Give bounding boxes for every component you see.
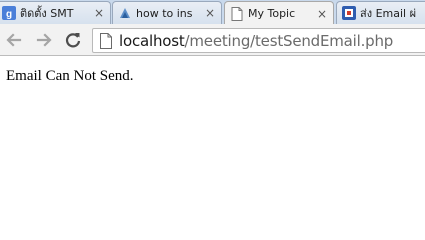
url-path: /meeting/testSendEmail.php [184,31,394,50]
page-icon [100,32,112,49]
url-text[interactable]: localhost/meeting/testSendEmail.php [119,32,393,50]
tab-my-topic[interactable]: My Topic × [224,1,334,24]
tab-title: ติดตั้ง SMT [20,7,74,20]
address-bar[interactable]: localhost/meeting/testSendEmail.php [92,28,425,53]
reload-icon [65,33,81,48]
url-host: localhost [119,31,185,50]
tab-google[interactable]: g ติดตั้ง SMT × [0,1,111,24]
back-button[interactable] [3,29,25,51]
browser-toolbar: localhost/meeting/testSendEmail.php [0,24,425,56]
close-icon[interactable]: × [92,6,106,20]
reload-button[interactable] [62,29,84,51]
forward-button[interactable] [33,29,55,51]
tab-title: how to ins [136,6,193,20]
close-icon[interactable]: × [315,7,329,21]
back-arrow-icon [6,33,22,47]
google-icon: g [2,6,16,20]
thai-site-icon [342,6,356,20]
page-content: Email Can Not Send. [0,57,425,236]
error-message: Email Can Not Send. [6,68,134,84]
tab-strip: g ติดตั้ง SMT × how to ins × My Topic × … [0,0,425,24]
tab-title: ส่ง Email ผ่ [360,7,417,20]
svg-text:g: g [6,9,12,20]
tab-title: My Topic [248,7,296,20]
tab-how-to[interactable]: how to ins × [112,1,222,24]
tab-send-email[interactable]: ส่ง Email ผ่ [336,1,425,24]
page-icon [230,6,244,21]
close-icon[interactable]: × [203,6,217,20]
stackoverflow-icon [118,6,132,20]
forward-arrow-icon [36,33,52,47]
